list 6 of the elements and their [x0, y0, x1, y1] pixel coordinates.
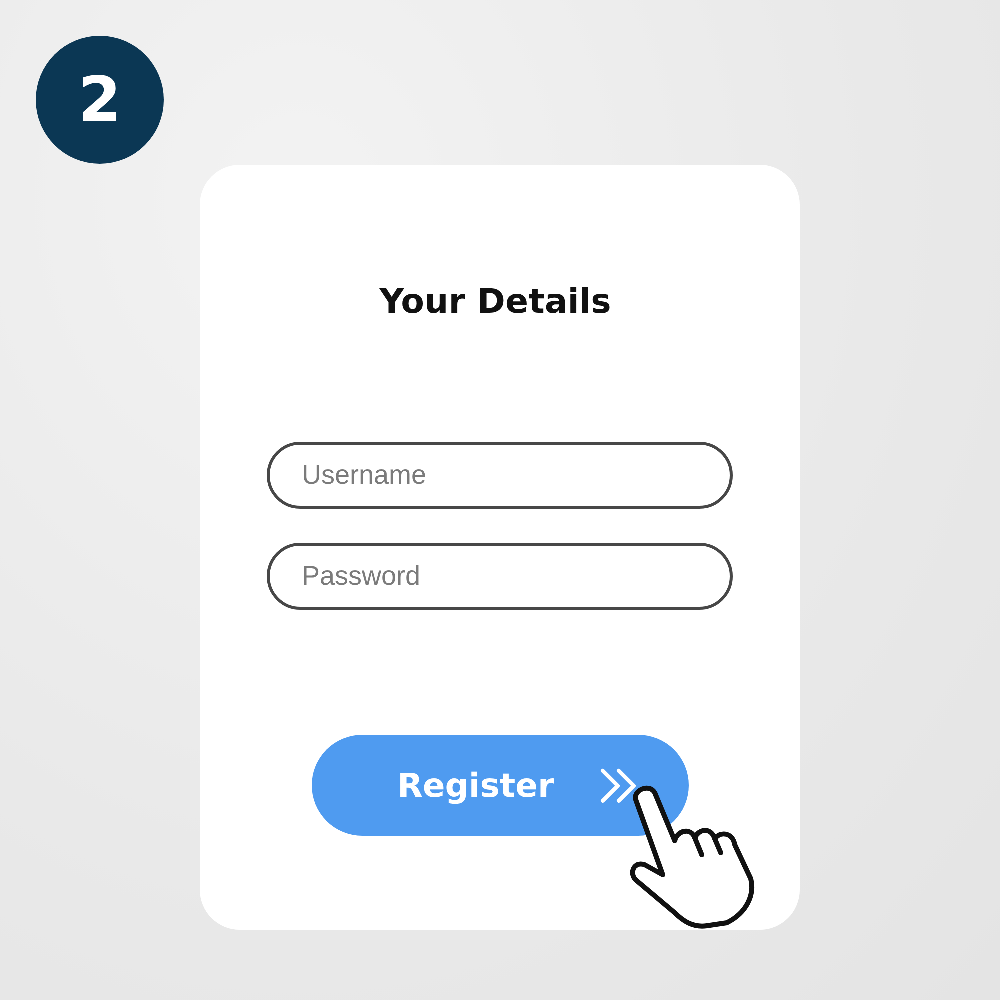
input-field[interactable]: Password: [267, 543, 733, 610]
double-chevron-icon: [600, 768, 638, 804]
step-badge: 2: [36, 36, 164, 164]
register-button[interactable]: Register: [312, 735, 688, 836]
input-field[interactable]: Username: [267, 442, 733, 509]
form-title: Your Details: [380, 281, 612, 323]
